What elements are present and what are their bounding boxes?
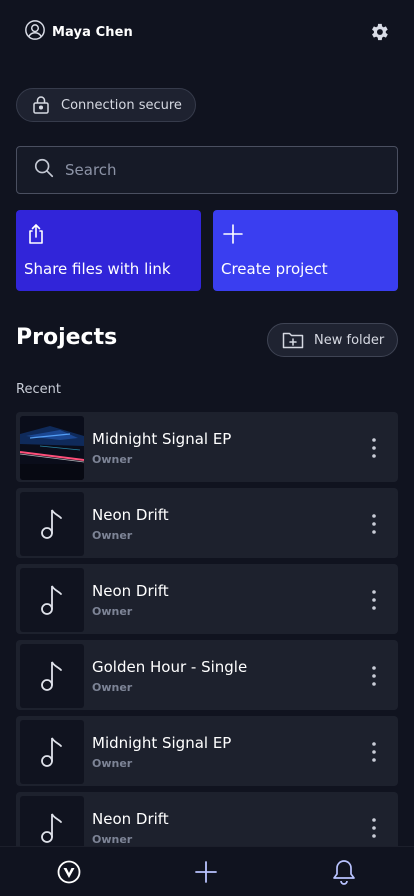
- music-note-icon: [20, 568, 84, 632]
- project-title: Neon Drift: [92, 810, 169, 828]
- project-title: Golden Hour - Single: [92, 658, 248, 676]
- project-role: Owner: [92, 453, 133, 466]
- projects-heading: Projects: [16, 325, 118, 350]
- app-header: Maya Chen: [24, 18, 390, 46]
- more-vertical-icon: [372, 514, 376, 534]
- user-profile[interactable]: Maya Chen: [24, 19, 133, 45]
- project-item[interactable]: Midnight Signal EP Owner: [16, 716, 398, 786]
- create-project-button[interactable]: Create project: [213, 210, 398, 291]
- more-vertical-icon: [372, 438, 376, 458]
- more-options-button[interactable]: [364, 436, 384, 460]
- more-options-button[interactable]: [364, 588, 384, 612]
- more-options-button[interactable]: [364, 664, 384, 688]
- new-folder-button[interactable]: New folder: [267, 323, 398, 357]
- nav-notifications-button[interactable]: [331, 858, 357, 886]
- connection-status-label: Connection secure: [61, 97, 182, 113]
- project-role: Owner: [92, 833, 133, 846]
- share-files-button[interactable]: Share files with link: [16, 210, 201, 291]
- connection-status-badge: Connection secure: [16, 88, 196, 122]
- create-project-label: Create project: [221, 260, 328, 278]
- project-role: Owner: [92, 681, 133, 694]
- more-vertical-icon: [372, 666, 376, 686]
- project-title: Neon Drift: [92, 506, 169, 524]
- share-files-label: Share files with link: [24, 260, 171, 278]
- project-title: Neon Drift: [92, 582, 169, 600]
- folder-add-icon: [282, 330, 304, 350]
- search-bar[interactable]: [16, 146, 398, 194]
- bell-icon: [333, 859, 356, 885]
- project-item[interactable]: Neon Drift Owner: [16, 564, 398, 634]
- project-item[interactable]: Golden Hour - Single Owner: [16, 640, 398, 710]
- new-folder-label: New folder: [314, 332, 385, 348]
- gear-icon: [368, 21, 390, 43]
- recent-section-label: Recent: [16, 382, 61, 397]
- more-options-button[interactable]: [364, 816, 384, 840]
- more-options-button[interactable]: [364, 740, 384, 764]
- more-vertical-icon: [372, 818, 376, 838]
- nav-home-button[interactable]: [57, 860, 81, 884]
- plus-icon: [195, 860, 217, 883]
- search-icon: [33, 157, 55, 183]
- settings-button[interactable]: [368, 21, 390, 43]
- music-note-icon: [20, 644, 84, 708]
- user-circle-icon: [24, 19, 46, 45]
- logo-icon: [57, 860, 81, 883]
- more-options-button[interactable]: [364, 512, 384, 536]
- music-note-icon: [20, 492, 84, 556]
- project-role: Owner: [92, 529, 133, 542]
- more-vertical-icon: [372, 742, 376, 762]
- bottom-navigation: [0, 846, 414, 896]
- project-title: Midnight Signal EP: [92, 734, 232, 752]
- project-list: Midnight Signal EP Owner Neon Drift Owne…: [16, 412, 398, 868]
- project-role: Owner: [92, 605, 133, 618]
- plus-icon: [221, 222, 390, 246]
- search-input[interactable]: [65, 161, 365, 179]
- share-upload-icon: [24, 222, 193, 246]
- project-title: Midnight Signal EP: [92, 430, 232, 448]
- project-item[interactable]: Midnight Signal EP Owner: [16, 412, 398, 482]
- project-item[interactable]: Neon Drift Owner: [16, 488, 398, 558]
- music-note-icon: [20, 720, 84, 784]
- project-role: Owner: [92, 757, 133, 770]
- user-name: Maya Chen: [52, 24, 133, 40]
- more-vertical-icon: [372, 590, 376, 610]
- nav-add-button[interactable]: [194, 860, 218, 884]
- lock-icon: [31, 95, 51, 115]
- project-thumbnail-image: [20, 416, 84, 480]
